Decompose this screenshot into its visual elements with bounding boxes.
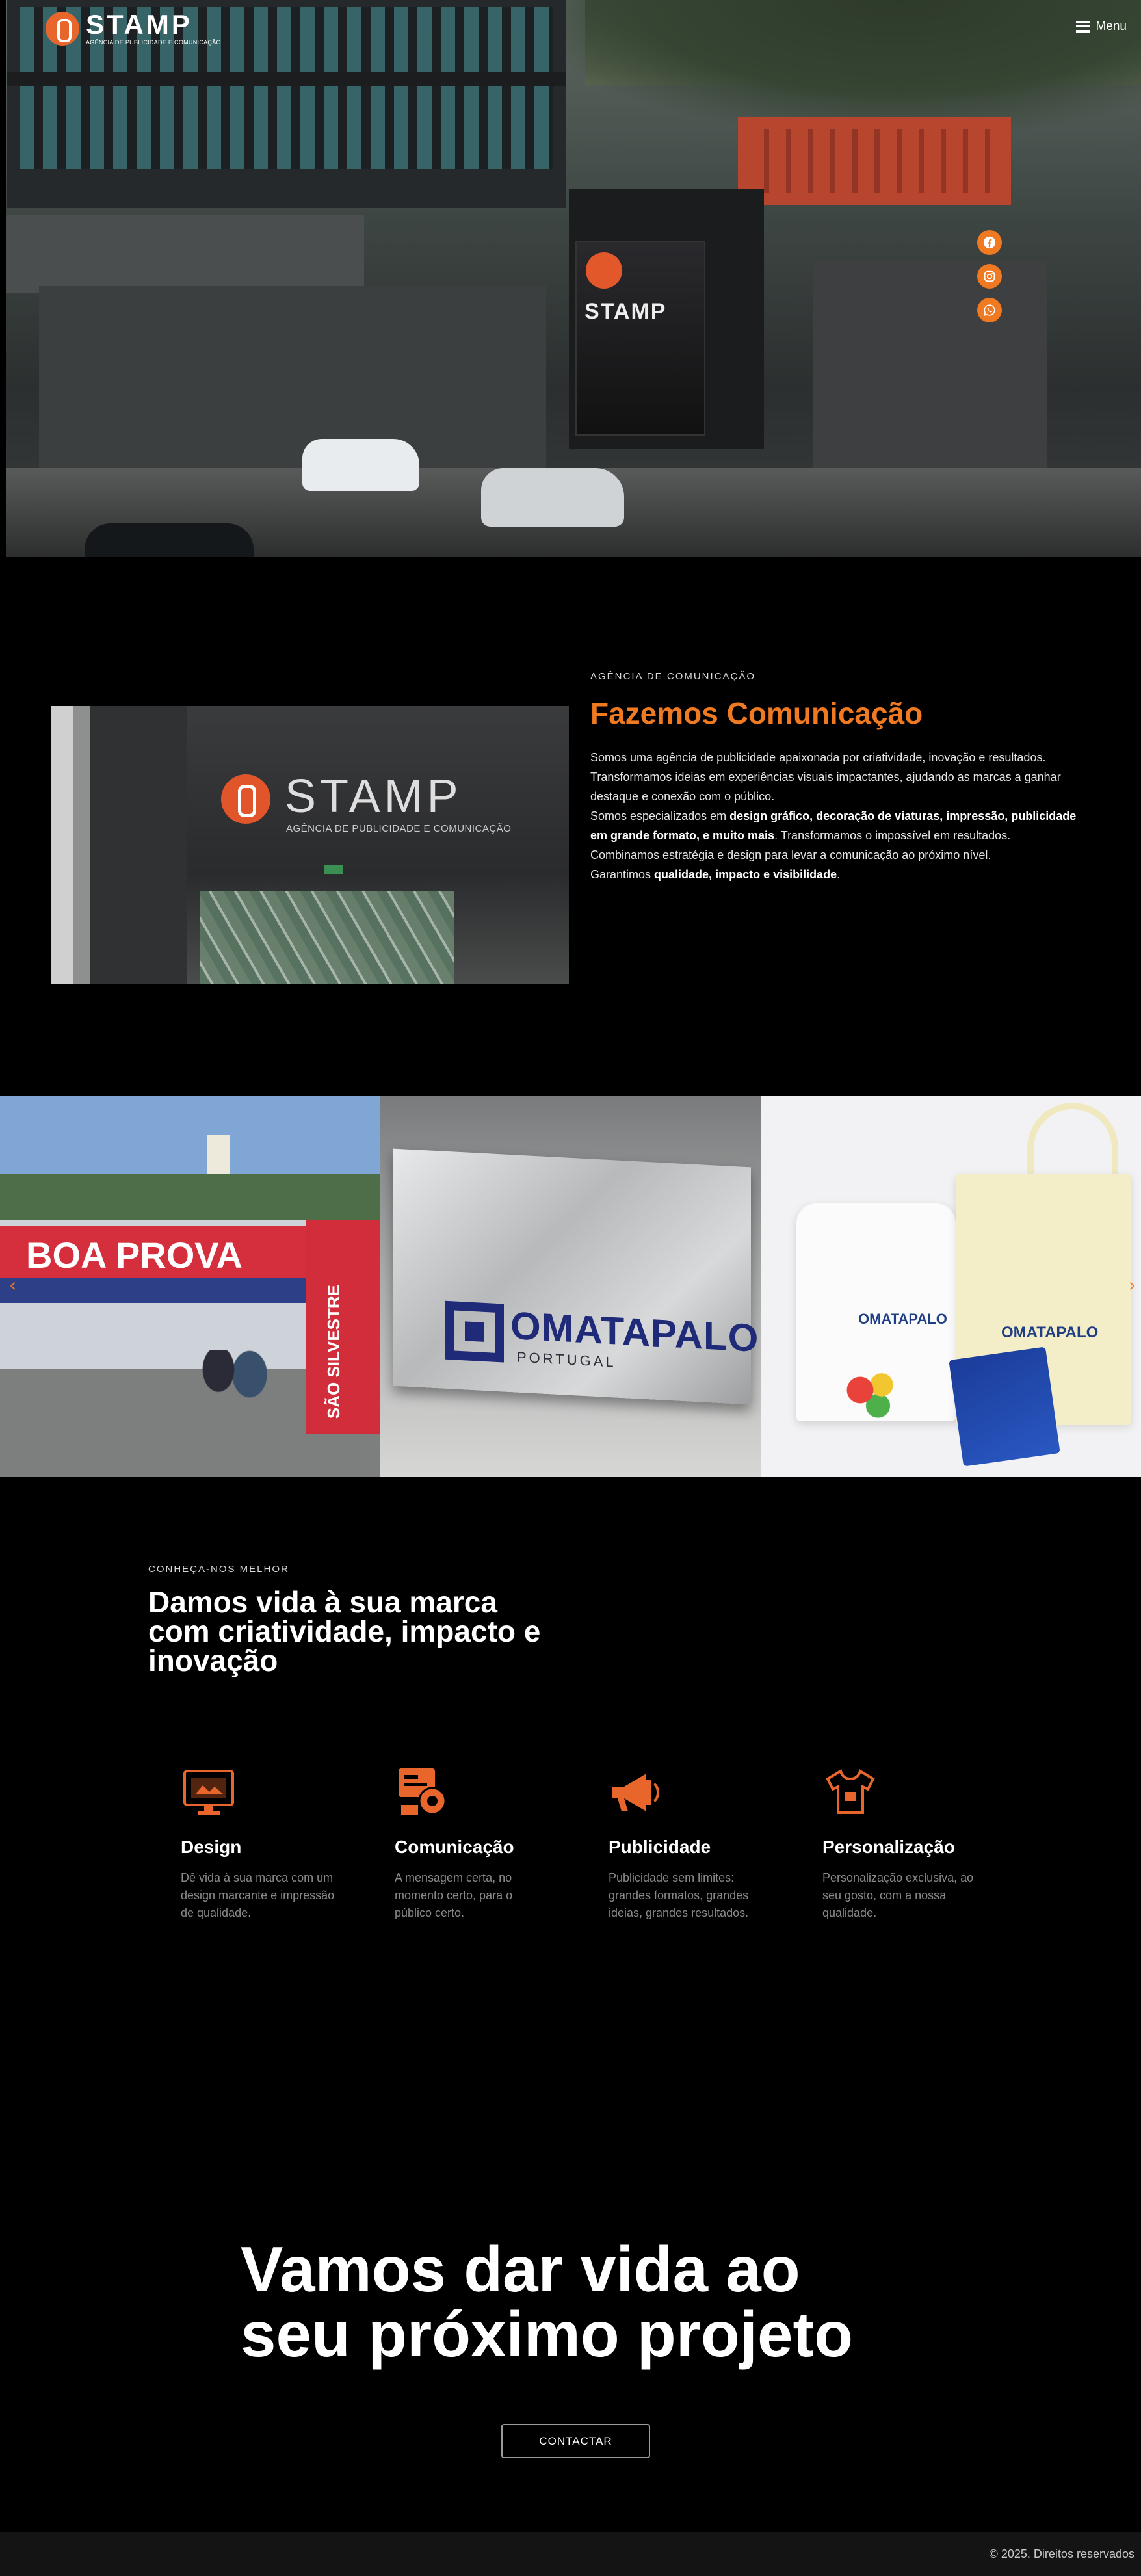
about-text: . Transformamos o impossível em resultad…	[774, 829, 1011, 842]
top-bar: STAMP AGÊNCIA DE PUBLICIDADE E COMUNICAÇ…	[0, 0, 1141, 59]
hero-car-white	[302, 439, 419, 491]
race-arch: BOA PROVA	[0, 1226, 306, 1278]
photo-sign-name: STAMP	[285, 770, 462, 822]
services-list: Design Dê vida à sua marca com um design…	[181, 1765, 979, 1922]
hero-stamp-sign: STAMP	[575, 241, 705, 436]
about-text: Somos especializados em	[590, 809, 730, 822]
photo-sign-sub: AGÊNCIA DE PUBLICIDADE E COMUNICAÇÃO	[286, 823, 512, 834]
social-links	[977, 230, 1002, 322]
service-title: Publicidade	[609, 1837, 711, 1857]
bag-print: OMATAPALO	[1001, 1324, 1099, 1341]
agency-entrance-photo: STAMP AGÊNCIA DE PUBLICIDADE E COMUNICAÇ…	[51, 706, 569, 984]
brand-tagline: AGÊNCIA DE PUBLICIDADE E COMUNICAÇÃO	[86, 39, 221, 46]
balloons-shape	[839, 1369, 910, 1421]
service-text: Publicidade sem limites: grandes formato…	[609, 1871, 749, 1919]
about-paragraph: Combinamos estratégia e design para leva…	[590, 848, 991, 861]
whatsapp-icon	[984, 304, 995, 316]
menu-label: Menu	[1095, 20, 1127, 33]
aluminium-plate: OMATAPALO PORTUGAL	[393, 1148, 759, 1405]
about-paragraph: Somos uma agência de publicidade apaixon…	[590, 751, 1046, 764]
church-shape	[207, 1135, 230, 1174]
service-text: A mensagem certa, no momento certo, para…	[395, 1871, 513, 1919]
about-paragraph: Garantimos qualidade, impacto e visibili…	[590, 865, 1084, 884]
service-text: Dê vida à sua marca com um design marcan…	[181, 1871, 335, 1919]
footer: © 2025. Direitos reservados	[0, 2532, 1141, 2576]
gallery-next-arrow[interactable]: ›	[1129, 1274, 1136, 1296]
gallery-prev-arrow[interactable]: ‹	[9, 1274, 16, 1296]
about-text: .	[837, 868, 841, 881]
communication-icon	[399, 1768, 447, 1815]
tshirt-icon	[826, 1768, 875, 1814]
hero-low-building	[39, 286, 546, 475]
cta-title: Vamos dar vida ao seu próximo projeto	[241, 2237, 956, 2367]
hero-car-dark	[85, 523, 254, 557]
service-title: Design	[181, 1837, 242, 1857]
about-body: Somos uma agência de publicidade apaixon…	[590, 748, 1084, 884]
brand-text: STAMP AGÊNCIA DE PUBLICIDADE E COMUNICAÇ…	[86, 9, 221, 46]
hero-right-wall	[813, 260, 1047, 475]
facebook-link[interactable]	[977, 230, 1002, 255]
service-text: Personalização exclusiva, ao seu gosto, …	[822, 1871, 974, 1919]
cta-title-line: Vamos dar vida ao	[241, 2233, 800, 2305]
hero-stamp-cube: STAMP	[569, 189, 764, 449]
about-highlight: qualidade, impacto e visibilidade	[654, 868, 837, 881]
arch-text: BOA PROVA	[26, 1235, 243, 1276]
service-design: Design Dê vida à sua marca com um design…	[181, 1765, 337, 1922]
service-communication: Comunicação A mensagem certa, no momento…	[395, 1765, 551, 1922]
service-title: Personalização	[822, 1837, 955, 1857]
megaphone-icon	[612, 1774, 659, 1811]
race-post: SÃO SILVESTRE	[306, 1220, 380, 1434]
about-paragraph: Transformamos ideias em experiências vis…	[590, 770, 1061, 803]
post-text: SÃO SILVESTRE	[324, 1285, 343, 1419]
runners-shape	[195, 1350, 273, 1447]
brand-name: STAMP	[86, 9, 192, 40]
omatapalo-logo-icon	[445, 1300, 504, 1363]
about-paragraph: Somos especializados em design gráfico, …	[590, 806, 1084, 845]
service-title: Comunicação	[395, 1837, 514, 1857]
project-gallery: BOA PROVA SÃO SILVESTRE OMATAPALO PORTUG…	[0, 1096, 1141, 1477]
candy-bag-shape	[949, 1347, 1060, 1467]
know-eyebrow: CONHEÇA-NOS MELHOR	[148, 1564, 289, 1575]
hero-brick-building	[738, 117, 1011, 205]
gallery-slide-boa-prova[interactable]: BOA PROVA SÃO SILVESTRE	[0, 1096, 380, 1477]
hero-terrace	[0, 215, 364, 293]
photo-logo-icon	[221, 774, 270, 824]
instagram-link[interactable]	[977, 264, 1002, 289]
service-publicity: Publicidade Publicidade sem limites: gra…	[609, 1765, 765, 1922]
facebook-icon	[983, 236, 996, 249]
about-text: Garantimos	[590, 868, 655, 881]
about-title: Fazemos Comunicação	[590, 696, 923, 730]
contact-button[interactable]: CONTACTAR	[501, 2424, 650, 2458]
menu-button[interactable]: Menu	[1076, 20, 1127, 34]
hero-image: STAMP	[0, 0, 1141, 557]
gallery-slide-merch[interactable]: OMATAPALO OMATAPALO	[761, 1096, 1141, 1477]
hero-sign-logo-icon	[586, 252, 622, 289]
hamburger-icon	[1076, 21, 1091, 33]
cta-title-line: seu próximo projeto	[241, 2298, 854, 2370]
gallery-slide-omatapalo-plate[interactable]: OMATAPALO PORTUGAL	[380, 1096, 761, 1477]
service-personalization: Personalização Personalização exclusiva,…	[822, 1765, 979, 1922]
hero-left-edge	[0, 0, 6, 557]
about-eyebrow: AGÊNCIA DE COMUNICAÇÃO	[590, 671, 756, 682]
brand-logo[interactable]: STAMP AGÊNCIA DE PUBLICIDADE E COMUNICAÇ…	[46, 9, 221, 46]
design-icon	[183, 1770, 234, 1815]
whatsapp-link[interactable]	[977, 298, 1002, 322]
hero-car-silver	[481, 468, 624, 527]
stamp-logo-icon	[46, 12, 79, 46]
arch-band	[0, 1278, 306, 1303]
hero-sign-brand: STAMP	[584, 299, 667, 324]
know-title: Damos vida à sua marca com criatividade,…	[148, 1585, 541, 1677]
copyright-text: © 2025. Direitos reservados	[989, 2547, 1134, 2560]
photo-glass-door	[200, 891, 454, 984]
instagram-icon	[984, 270, 995, 282]
exit-sign-icon	[324, 865, 343, 874]
shirt-print: OMATAPALO	[858, 1311, 947, 1327]
